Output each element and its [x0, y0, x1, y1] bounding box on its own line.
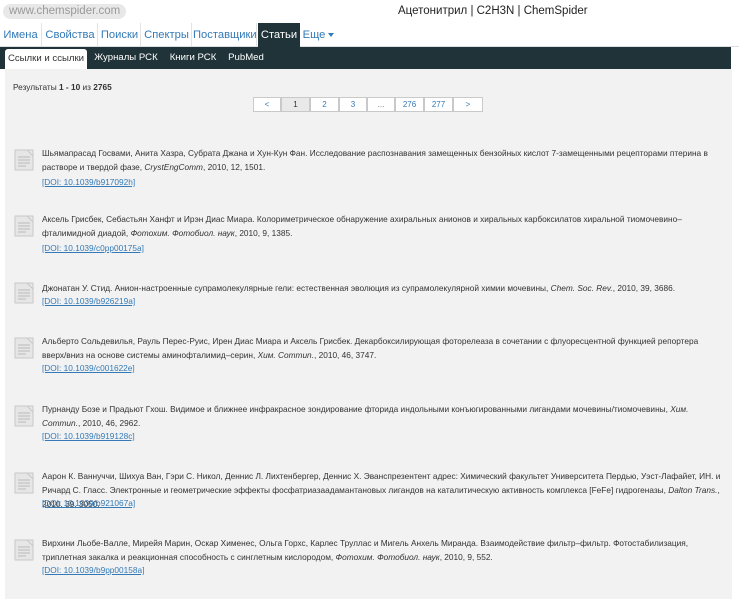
page-277-button[interactable]: 277: [424, 97, 453, 112]
results-prefix: Результаты: [13, 82, 60, 92]
article-doi-link[interactable]: [DOI: 10.1039/b917092h]: [42, 177, 135, 187]
article-details: , 2010, 12, 1501.: [202, 162, 266, 172]
article-text: Джонатан У. Стид. Анион-настроенные супр…: [42, 283, 551, 293]
article-details: , 2010, 39, 3686.: [612, 283, 675, 293]
article-citation: Аксель Грисбек, Себастьян Ханфт и Ирэн Д…: [42, 212, 722, 240]
top-bar: www.chemspider.com Ацетонитрил | C2H3N |…: [0, 0, 739, 23]
document-icon: [14, 472, 34, 494]
article-doi-link[interactable]: [DOI: 10.1039/c0pp00175a]: [42, 243, 144, 253]
article-citation: Пурнанду Бозе и Прадьют Гхош. Видимое и …: [42, 402, 722, 430]
article-details: , 2010, 46, 3747.: [313, 350, 377, 360]
site-logo[interactable]: www.chemspider.com: [3, 4, 127, 19]
nav-tab-suppliers[interactable]: Поставщики: [193, 23, 257, 47]
results-range: 1 - 10: [59, 82, 81, 92]
article-citation: Альберто Сольдевилья, Рауль Перес-Руис, …: [42, 334, 722, 362]
results-summary: Результаты 1 - 10 из 2765: [13, 82, 112, 92]
nav-tab-articles[interactable]: Статьи: [258, 23, 300, 47]
article-journal: Chem. Soc. Rev.: [550, 283, 613, 293]
page-1-button[interactable]: 1: [281, 97, 310, 112]
document-icon: [14, 215, 34, 237]
article-doi-link[interactable]: [DOI: 10.1039/b919128c]: [42, 431, 135, 441]
article-journal: Фотохим. Фотобиол. наук: [130, 228, 235, 238]
results-of: из: [80, 82, 94, 92]
article-details: , 2010, 9, 552.: [439, 552, 493, 562]
document-icon: [14, 405, 34, 427]
article-journal: CrystEngComm: [144, 162, 203, 172]
article-details: , 2010, 46, 2962.: [77, 418, 141, 428]
article-doi-link[interactable]: [DOI: 10.1039/b9pp00158a]: [42, 565, 144, 575]
article-citation: Джонатан У. Стид. Анион-настроенные супр…: [42, 281, 722, 295]
article-details: , 2010, 9, 1385.: [234, 228, 293, 238]
article-text: Пурнанду Бозе и Прадьют Гхош. Видимое и …: [42, 404, 671, 414]
page-3-button[interactable]: 3: [339, 97, 367, 112]
article-text: Шьямапрасад Госвами, Анита Хазра, Субрат…: [42, 148, 708, 172]
article-doi-link[interactable]: [DOI: 10.1039/b926219a]: [42, 296, 135, 306]
caret-down-icon: [328, 33, 335, 38]
page-prev-button[interactable]: <: [253, 97, 281, 112]
subtab-rsc-books[interactable]: Книги РСК: [164, 47, 222, 69]
document-icon: [14, 337, 34, 359]
article-citation: Шьямапрасад Госвами, Анита Хазра, Субрат…: [42, 146, 722, 174]
nav-tab-searches[interactable]: Поиски: [99, 23, 141, 47]
subtab-rsc-journals[interactable]: Журналы РСК: [90, 47, 162, 69]
page-276-button[interactable]: 276: [395, 97, 424, 112]
subtab-references[interactable]: Ссылки и ссылки: [5, 49, 87, 69]
nav-more-label: Еще: [302, 29, 326, 41]
page-ellipsis: ...: [367, 97, 395, 112]
nav-tab-more[interactable]: Еще: [300, 23, 337, 47]
page-title: Ацетонитрил | C2H3N | ChemSpider: [398, 5, 588, 17]
document-icon: [14, 539, 34, 561]
subtab-pubmed[interactable]: PubMed: [224, 47, 268, 69]
document-icon: [14, 149, 34, 171]
article-text: Аарон К. Ваннуччи, Шихуа Ван, Гэри С. Ни…: [42, 471, 721, 495]
page-2-button[interactable]: 2: [310, 97, 339, 112]
page-next-button[interactable]: >: [453, 97, 483, 112]
nav-tab-names[interactable]: Имена: [0, 23, 42, 47]
article-citation: Аарон К. Ваннуччи, Шихуа Ван, Гэри С. Ни…: [42, 469, 722, 511]
nav-tab-properties[interactable]: Свойства: [43, 23, 98, 47]
document-icon: [14, 282, 34, 304]
nav-tab-spectra[interactable]: Спектры: [142, 23, 192, 47]
sub-nav: Ссылки и ссылки Журналы РСК Книги РСК Pu…: [0, 47, 731, 69]
article-journal: Фотохим. Фотобиол. наук: [335, 552, 440, 562]
article-journal: Dalton Trans.: [668, 485, 718, 495]
article-citation: Вирхини Льобе-Валле, Мирейя Марин, Оскар…: [42, 536, 722, 564]
article-journal: Хим. Commun.: [257, 350, 314, 360]
results-total: 2765: [93, 82, 112, 92]
main-nav: Имена Свойства Поиски Спектры Поставщики…: [0, 23, 739, 47]
article-doi-link[interactable]: [DOI: 10.1039/c001622e]: [42, 363, 135, 373]
article-doi-link[interactable]: [DOI: 10.1039/b921067a]: [42, 498, 135, 508]
